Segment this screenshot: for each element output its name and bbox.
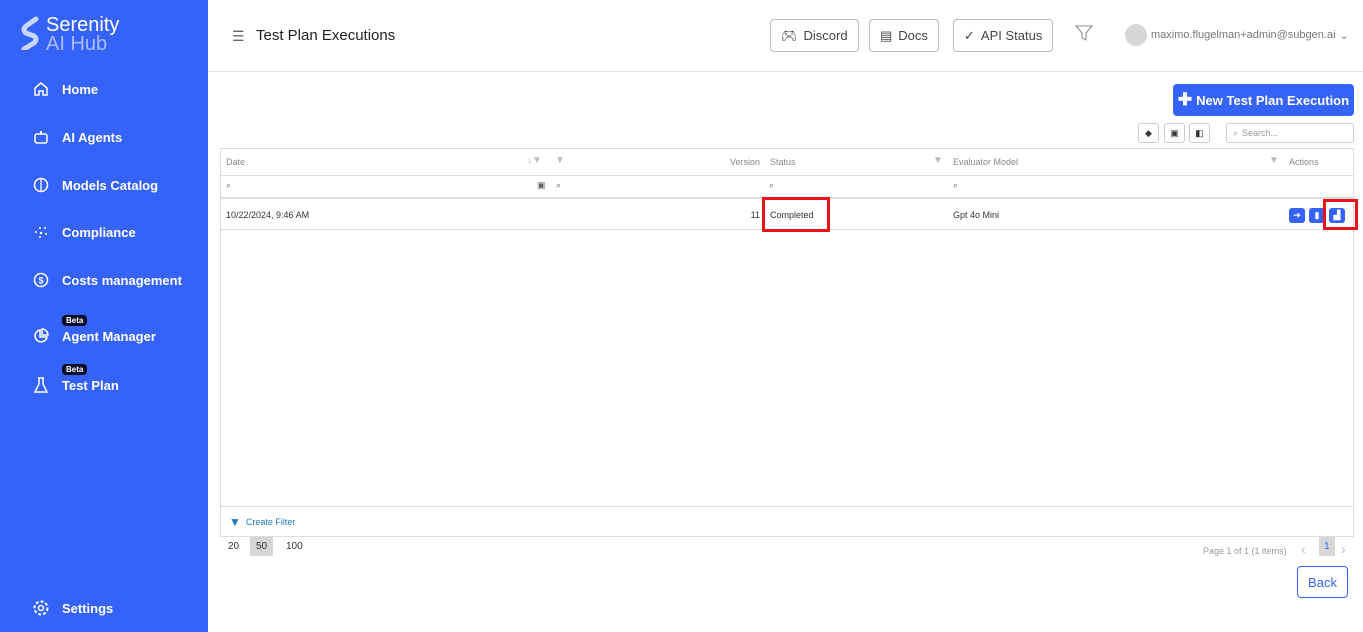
cell-version: 11 — [750, 210, 760, 220]
brain-icon — [33, 177, 49, 193]
sidebar-item-label: Costs management — [62, 272, 182, 288]
search-icon[interactable]: ⌕ — [226, 180, 231, 191]
columns-icon: ◧ — [1195, 127, 1204, 138]
calendar-icon[interactable]: ▣ — [537, 180, 546, 191]
sidebar-item-test-plan[interactable]: Beta Test Plan — [32, 364, 119, 394]
search-placeholder: Search... — [1242, 128, 1279, 138]
search-icon[interactable]: ⌕ — [769, 180, 774, 191]
column-header-date[interactable]: Date — [226, 157, 245, 167]
column-header-actions: Actions — [1289, 157, 1319, 167]
sidebar-item-ai-agents[interactable]: AI Agents — [32, 128, 122, 146]
open-button[interactable]: ➔ — [1289, 208, 1305, 223]
beta-badge: Beta — [62, 364, 88, 375]
sidebar-item-settings[interactable]: Settings — [32, 599, 113, 617]
highlight-status — [762, 197, 830, 232]
pie-chart-icon — [34, 328, 49, 343]
search-icon[interactable]: ⌕ — [953, 180, 958, 191]
chevron-right-icon[interactable]: › — [1341, 541, 1346, 557]
gear-icon — [33, 600, 49, 616]
sidebar-item-label: Test Plan — [62, 377, 119, 393]
dollar-icon: $ — [33, 272, 49, 288]
sidebar-item-label: AI Agents — [62, 129, 123, 145]
menu-icon[interactable]: ☰ — [232, 28, 245, 45]
docs-button[interactable]: ▤ Docs — [869, 19, 939, 52]
check-badge-icon: ✓ — [964, 27, 975, 43]
sidebar-item-label: Models Catalog — [62, 177, 159, 193]
clear-filters-button[interactable]: ◆ — [1138, 123, 1159, 143]
arrow-right-icon: ➔ — [1293, 210, 1301, 220]
flask-icon — [33, 377, 49, 393]
page-size-50[interactable]: 50 — [250, 537, 274, 556]
sidebar-item-models-catalog[interactable]: Models Catalog — [32, 176, 158, 194]
highlight-chart-button — [1323, 199, 1358, 230]
column-chooser-button[interactable]: ◧ — [1189, 123, 1210, 143]
cell-date: 10/22/2024, 9:46 AM — [226, 210, 310, 220]
discord-icon: 🎮︎ — [781, 27, 798, 43]
page-size-20[interactable]: 20 — [228, 541, 239, 552]
filter-icon[interactable]: ▼ — [555, 155, 565, 166]
avatar — [1125, 24, 1147, 46]
filter-icon[interactable]: ▼ — [1269, 155, 1279, 166]
top-header: ☰ Test Plan Executions 🎮︎ Discord ▤ Docs ✓… — [208, 0, 1363, 72]
page-size-100[interactable]: 100 — [286, 541, 303, 552]
sidebar: Serenity AI Hub Home AI Agents Models Cat… — [0, 0, 208, 632]
cell-evaluator-model: Gpt 4o Mini — [953, 210, 1000, 220]
export-icon: ▣ — [1170, 127, 1179, 138]
new-test-plan-execution-button[interactable]: ✚ New Test Plan Execution — [1173, 84, 1354, 116]
filter-row: ⌕ ▣ ⌕ ⌕ ⌕ — [221, 176, 1353, 199]
filter-icon[interactable] — [1075, 25, 1093, 42]
search-icon: ⌕ — [1233, 127, 1239, 138]
sidebar-item-label: Compliance — [62, 224, 136, 240]
sidebar-item-agent-manager[interactable]: Beta Agent Manager — [32, 315, 156, 345]
robot-icon — [34, 131, 48, 144]
sort-desc-icon[interactable]: ↓▼ — [527, 155, 542, 166]
user-menu[interactable]: maximo.flugelman+admin@subgen.ai ⌄ — [1125, 24, 1349, 46]
discord-label: Discord — [803, 28, 848, 43]
column-header-evaluator-model[interactable]: Evaluator Model — [953, 157, 1018, 167]
sidebar-item-label: Agent Manager — [62, 328, 156, 344]
trash-icon: ▮ — [1314, 210, 1320, 220]
app-subname: AI Hub — [46, 33, 108, 55]
api-status-button[interactable]: ✓ API Status — [953, 19, 1054, 52]
plus-icon: ✚ — [1177, 90, 1193, 109]
table-header: Date ↓▼ ▼ Version Status ▼ Evaluator Mod… — [221, 149, 1353, 176]
serenity-logo-icon — [21, 16, 39, 50]
sidebar-item-home[interactable]: Home — [32, 80, 98, 98]
search-input[interactable]: ⌕ Search... — [1226, 123, 1354, 143]
dots-icon — [35, 227, 47, 238]
sidebar-item-label: Settings — [62, 600, 114, 616]
funnel-icon: ▼ — [229, 515, 241, 529]
discord-button[interactable]: 🎮︎ Discord — [770, 19, 859, 52]
create-filter-bar[interactable]: ▼ Create Filter — [221, 506, 1353, 537]
new-button-label: New Test Plan Execution — [1196, 92, 1350, 108]
page-title: Test Plan Executions — [256, 27, 396, 44]
back-button[interactable]: Back — [1297, 566, 1348, 598]
sidebar-item-compliance[interactable]: Compliance — [32, 223, 136, 241]
column-header-version[interactable]: Version — [730, 157, 760, 167]
sidebar-item-label: Home — [62, 81, 99, 97]
api-status-label: API Status — [980, 28, 1043, 43]
svg-text:$: $ — [38, 276, 43, 286]
beta-badge: Beta — [62, 315, 88, 326]
page-info: Page 1 of 1 (1 items) — [1203, 546, 1287, 556]
search-icon[interactable]: ⌕ — [556, 180, 561, 191]
logo: Serenity AI Hub — [20, 15, 119, 55]
sidebar-item-costs-management[interactable]: $ Costs management — [32, 271, 182, 289]
chevron-left-icon[interactable]: ‹ — [1301, 541, 1306, 557]
docs-label: Docs — [898, 28, 928, 43]
home-icon — [34, 82, 48, 96]
filter-icon[interactable]: ▼ — [933, 155, 943, 166]
create-filter-link[interactable]: Create Filter — [246, 517, 296, 527]
eraser-icon: ◆ — [1145, 127, 1152, 138]
page-1-button[interactable]: 1 — [1319, 537, 1335, 556]
back-label: Back — [1308, 574, 1337, 590]
user-email: maximo.flugelman+admin@subgen.ai — [1151, 29, 1336, 41]
book-icon: ▤ — [880, 27, 893, 43]
column-header-status[interactable]: Status — [770, 157, 796, 167]
chevron-down-icon: ⌄ — [1339, 29, 1349, 42]
export-button[interactable]: ▣ — [1164, 123, 1185, 143]
